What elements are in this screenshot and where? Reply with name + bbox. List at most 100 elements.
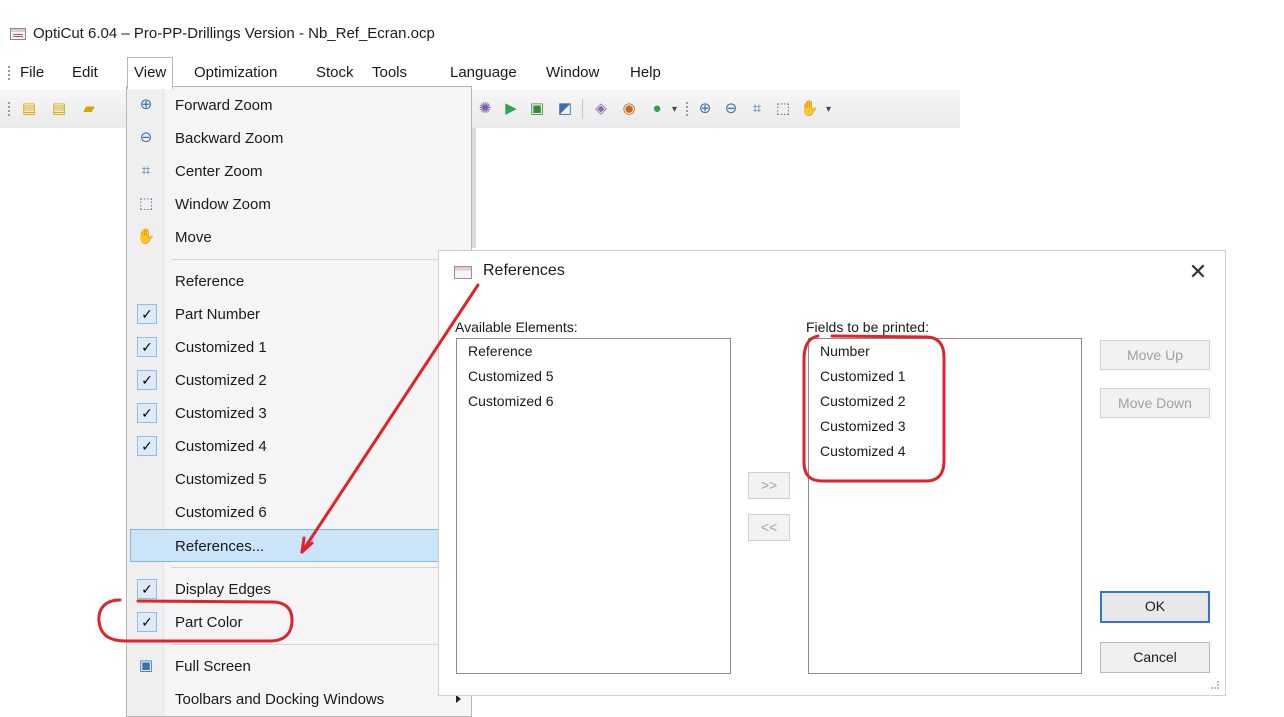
parts-icon[interactable]: ◉ xyxy=(620,100,638,118)
cancel-button[interactable]: Cancel xyxy=(1100,642,1210,673)
menu-item-label: Window Zoom xyxy=(175,196,271,213)
menu-item-window-zoom[interactable]: ⬚ Window Zoom xyxy=(127,188,471,221)
menu-item-label: Part Number xyxy=(175,306,261,323)
menu-separator xyxy=(171,259,467,260)
menu-item-label: Part Color xyxy=(175,614,243,631)
app-icon xyxy=(10,28,26,40)
menu-item-part-number[interactable]: ✓ Part Number xyxy=(127,298,471,331)
menu-item-reference[interactable]: Reference xyxy=(127,265,471,298)
menu-item-customized-4[interactable]: ✓ Customized 4 xyxy=(127,430,471,463)
report-icon[interactable]: ▣ xyxy=(528,100,546,118)
toolbar-overflow-icon[interactable]: ▾ xyxy=(672,104,677,115)
menu-item-full-screen[interactable]: ▣ Full Screen xyxy=(127,650,471,683)
zoom-in-icon[interactable]: ⊕ xyxy=(696,100,714,118)
menu-separator xyxy=(171,567,467,568)
view-menu-dropdown: ⊕ Forward Zoom ⊖ Backward Zoom ⌗ Center … xyxy=(126,86,473,717)
menu-item-label: Backward Zoom xyxy=(175,130,284,147)
close-icon[interactable]: ✕ xyxy=(1183,257,1213,287)
menu-item-customized-1[interactable]: ✓ Customized 1 xyxy=(127,331,471,364)
list-item[interactable]: Customized 5 xyxy=(457,364,730,389)
list-item[interactable]: Customized 4 xyxy=(809,439,1081,464)
settings-gear-icon[interactable]: ✺ xyxy=(476,100,494,118)
menu-view[interactable]: View xyxy=(127,57,174,89)
menu-separator xyxy=(171,644,467,645)
zoom-out-icon[interactable]: ⊖ xyxy=(722,100,740,118)
submenu-arrow-icon xyxy=(456,695,461,703)
menu-edit[interactable]: Edit xyxy=(66,58,104,88)
full-screen-icon: ▣ xyxy=(138,657,154,674)
menu-item-part-color[interactable]: ✓ Part Color xyxy=(127,606,471,639)
checkmark-icon: ✓ xyxy=(137,370,157,390)
dialog-title: References xyxy=(483,262,565,279)
checkmark-icon: ✓ xyxy=(137,612,157,632)
ok-button[interactable]: OK xyxy=(1100,591,1210,623)
menu-item-label: Move xyxy=(175,229,212,246)
hand-icon[interactable]: ✋ xyxy=(800,100,819,118)
move-up-button[interactable]: Move Up xyxy=(1100,340,1210,370)
move-down-button[interactable]: Move Down xyxy=(1100,388,1210,418)
zoom-in-icon: ⊕ xyxy=(139,96,153,113)
list-item[interactable]: Reference xyxy=(457,339,730,364)
menu-file[interactable]: File xyxy=(14,58,50,88)
menu-item-label: Full Screen xyxy=(175,658,251,675)
menu-help[interactable]: Help xyxy=(624,58,667,88)
menu-window[interactable]: Window xyxy=(540,58,605,88)
menu-item-customized-6[interactable]: Customized 6 xyxy=(127,496,471,529)
menu-item-display-edges[interactable]: ✓ Display Edges xyxy=(127,573,471,606)
hand-icon: ✋ xyxy=(136,228,156,245)
run-play-icon[interactable]: ▶ xyxy=(502,100,520,118)
list-item[interactable]: Customized 3 xyxy=(809,414,1081,439)
menu-item-center-zoom[interactable]: ⌗ Center Zoom xyxy=(127,155,471,188)
stock-icon[interactable]: ◈ xyxy=(592,100,610,118)
zoom-fit-icon[interactable]: ⌗ xyxy=(748,100,766,118)
menu-item-label: Customized 6 xyxy=(175,504,267,521)
list-item[interactable]: Customized 6 xyxy=(457,389,730,414)
zoom-fit-icon: ⌗ xyxy=(141,162,151,179)
menu-stock[interactable]: Stock xyxy=(310,58,360,88)
menu-item-label: Toolbars and Docking Windows xyxy=(175,691,385,708)
zoom-window-icon[interactable]: ⬚ xyxy=(774,100,792,118)
window-title: OptiCut 6.04 – Pro-PP-Drillings Version … xyxy=(33,25,435,42)
resize-grip-icon[interactable] xyxy=(1211,681,1219,689)
menu-item-label: Customized 2 xyxy=(175,372,267,389)
checkmark-icon: ✓ xyxy=(137,579,157,599)
menu-item-forward-zoom[interactable]: ⊕ Forward Zoom xyxy=(127,89,471,122)
menu-bar: File Edit View Optimization Stock Tools … xyxy=(0,57,1284,89)
open-folder-icon[interactable]: ▰ xyxy=(80,100,98,118)
menu-item-backward-zoom[interactable]: ⊖ Backward Zoom xyxy=(127,122,471,155)
list-item[interactable]: Customized 2 xyxy=(809,389,1081,414)
new-file-icon[interactable]: ▤ xyxy=(20,100,38,118)
toolbar-overflow-icon[interactable]: ▾ xyxy=(826,104,831,115)
toolbar-grip[interactable] xyxy=(8,102,10,116)
menu-item-label: Display Edges xyxy=(175,581,271,598)
menu-item-customized-2[interactable]: ✓ Customized 2 xyxy=(127,364,471,397)
menu-item-customized-5[interactable]: Customized 5 xyxy=(127,463,471,496)
menu-item-label: Center Zoom xyxy=(175,163,263,180)
validate-check-icon[interactable]: ● xyxy=(648,100,666,118)
available-elements-list[interactable]: Reference Customized 5 Customized 6 xyxy=(456,338,731,674)
menu-language[interactable]: Language xyxy=(444,58,523,88)
title-bar: OptiCut 6.04 – Pro-PP-Drillings Version … xyxy=(0,0,1284,52)
menu-item-label: Customized 3 xyxy=(175,405,267,422)
checkmark-icon: ✓ xyxy=(137,304,157,324)
list-item[interactable]: Number xyxy=(809,339,1081,364)
menu-item-references[interactable]: References... xyxy=(130,529,473,562)
menu-item-move[interactable]: ✋ Move xyxy=(127,221,471,254)
menu-tools[interactable]: Tools xyxy=(366,58,413,88)
menu-item-label: Customized 4 xyxy=(175,438,267,455)
menu-optimization[interactable]: Optimization xyxy=(188,58,283,88)
menubar-grip[interactable] xyxy=(8,66,10,80)
add-field-button[interactable]: >> xyxy=(748,472,790,499)
new-document-icon[interactable]: ▤ xyxy=(50,100,68,118)
menu-item-customized-3[interactable]: ✓ Customized 3 xyxy=(127,397,471,430)
menu-item-toolbars[interactable]: Toolbars and Docking Windows xyxy=(127,683,471,716)
checkmark-icon: ✓ xyxy=(137,436,157,456)
dialog-app-icon xyxy=(454,266,472,279)
menu-item-label: Reference xyxy=(175,273,245,290)
remove-field-button[interactable]: << xyxy=(748,514,790,541)
fields-to-be-printed-list[interactable]: Number Customized 1 Customized 2 Customi… xyxy=(808,338,1082,674)
toolbar-grip[interactable] xyxy=(686,102,688,116)
export-icon[interactable]: ◩ xyxy=(556,100,574,118)
list-item[interactable]: Customized 1 xyxy=(809,364,1081,389)
available-elements-label: Available Elements: xyxy=(455,319,578,335)
